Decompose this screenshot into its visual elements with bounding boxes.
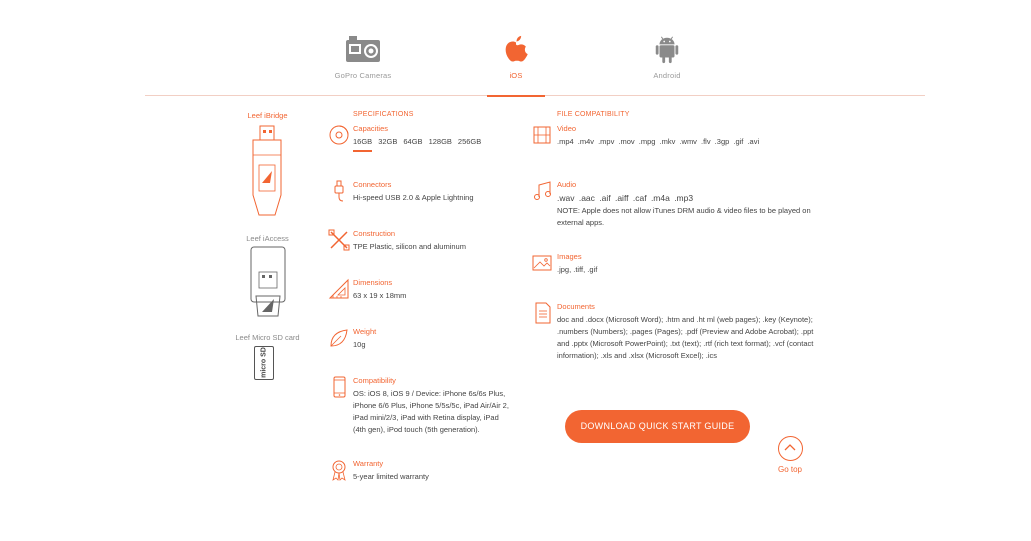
tab-gopro-cameras[interactable]: GoPro Cameras — [308, 34, 418, 96]
note-line: external apps. — [557, 218, 605, 227]
device-label-ibridge[interactable]: Leef iBridge — [225, 111, 310, 120]
file-audio: Audio .wav .aac .aif .aiff .caf .m4a .mp… — [532, 180, 811, 230]
spec-text: OS: iOS 8, iOS 9 / Device: iPhone 6s/6s … — [353, 388, 509, 436]
spec-text: 10g — [353, 340, 366, 349]
file-type-text: .jpg, .tiff, .gif — [557, 265, 598, 274]
microsd-card-text: micro SD — [260, 347, 268, 378]
lightning-cable-icon — [334, 180, 344, 202]
spec-construction: Construction TPE Plastic, silicon and al… — [328, 229, 508, 259]
file-video: Video .mp4 .m4v .mpv .mov .mpg .mkv .wmv… — [532, 124, 792, 154]
microsd-card-image: micro SD — [254, 346, 274, 380]
device-label-iaccess[interactable]: Leef iAccess — [225, 234, 310, 243]
spec-capacities: Capacities 16GB 32GB 64GB 128GB 256GB — [328, 124, 508, 156]
spec-weight: Weight 10g — [328, 327, 508, 357]
spec-compatibility: Compatibility OS: iOS 8, iOS 9 / Device:… — [328, 376, 513, 436]
file-type-title: Documents — [557, 302, 595, 311]
triangle-ruler-icon — [328, 278, 349, 299]
tab-label: GoPro Cameras — [334, 71, 392, 80]
file-compatibility-heading: FILE COMPATIBILITY — [557, 111, 630, 118]
document-icon — [535, 302, 551, 324]
ibridge-device-image — [252, 125, 282, 216]
file-type-text: .mp4 .m4v .mpv .mov .mpg .mkv .wmv .flv … — [557, 137, 760, 146]
file-documents: Documents doc and .docx (Microsoft Word)… — [532, 302, 813, 362]
tab-android[interactable]: Android — [612, 34, 722, 96]
file-type-title: Audio — [557, 180, 577, 189]
tab-ios[interactable]: iOS — [461, 34, 571, 97]
spec-connectors: Connectors Hi-speed USB 2.0 & Apple Ligh… — [328, 180, 508, 210]
documents-line: and .pptx (Microsoft PowerPoint); .txt (… — [557, 339, 814, 348]
spec-title: Construction — [353, 229, 396, 238]
note-line: NOTE: Apple does not allow iTunes DRM au… — [557, 206, 811, 215]
apple-icon — [505, 35, 528, 62]
award-ribbon-icon — [332, 460, 346, 481]
spec-title: Weight — [353, 327, 377, 336]
file-type-text: .wav .aac .aif .aiff .caf .m4a .mp3 — [557, 193, 694, 203]
leaf-weight-icon — [330, 329, 348, 347]
capacity-option-16gb[interactable]: 16GB — [353, 136, 373, 152]
spec-text: 5-year limited warranty — [353, 472, 429, 481]
compat-line: OS: iOS 8, iOS 9 / Device: iPhone 6s/6s … — [353, 389, 506, 398]
capacity-option-256gb[interactable]: 256GB — [458, 136, 481, 148]
documents-line: information); .xls and .xlsx (Microsoft … — [557, 351, 718, 360]
spec-title: Warranty — [353, 459, 384, 468]
documents-line: doc and .docx (Microsoft Word); .htm and… — [557, 315, 813, 324]
spec-title: Connectors — [353, 180, 392, 189]
tab-label: Android — [653, 71, 681, 80]
construction-tools-icon — [328, 229, 350, 251]
gopro-camera-icon — [346, 36, 380, 62]
tab-label: iOS — [509, 71, 523, 80]
android-icon — [655, 36, 679, 64]
file-images: Images .jpg, .tiff, .gif — [532, 252, 792, 282]
file-type-title: Video — [557, 124, 577, 133]
file-type-text: doc and .docx (Microsoft Word); .htm and… — [557, 314, 813, 362]
capacity-options: 16GB 32GB 64GB 128GB 256GB — [353, 136, 487, 152]
device-label-microsd[interactable]: Leef Micro SD card — [225, 333, 310, 342]
download-quick-start-guide-button[interactable]: DOWNLOAD QUICK START GUIDE — [565, 410, 750, 443]
capacity-option-128gb[interactable]: 128GB — [429, 136, 452, 148]
iaccess-device-image — [250, 246, 286, 317]
compat-line: (4th gen), iPod touch (5th generation). — [353, 425, 480, 434]
specifications-heading: SPECIFICATIONS — [353, 111, 414, 118]
compat-line: iPhone 6/6 Plus, iPhone 5/5s/5c, iPad Ai… — [353, 401, 509, 410]
go-top-label: Go top — [777, 465, 802, 474]
spec-title: Compatibility — [353, 376, 396, 385]
capacity-option-64gb[interactable]: 64GB — [403, 136, 422, 148]
spec-title: Capacities — [353, 124, 389, 133]
film-strip-icon — [533, 126, 551, 144]
spec-title: Dimensions — [353, 278, 393, 287]
spec-warranty: Warranty 5-year limited warranty — [328, 459, 508, 489]
image-picture-icon — [532, 255, 552, 271]
documents-line: .numbers (Numbers); .pages (Pages); .pdf… — [557, 327, 814, 336]
music-note-icon — [534, 181, 551, 200]
go-top-button[interactable]: Go top — [771, 436, 809, 474]
platform-tabs: GoPro Cameras iOS Android — [145, 0, 925, 97]
smartphone-icon — [333, 376, 346, 398]
audio-drm-note: NOTE: Apple does not allow iTunes DRM au… — [557, 205, 811, 229]
spec-text: 63 x 19 x 18mm — [353, 291, 407, 300]
disc-capacity-icon — [329, 125, 349, 145]
capacity-option-32gb[interactable]: 32GB — [378, 136, 397, 148]
spec-dimensions: Dimensions 63 x 19 x 18mm — [328, 278, 508, 308]
compat-line: iPad mini/2/3, iPad with Retina display,… — [353, 413, 499, 422]
spec-text: TPE Plastic, silicon and aluminum — [353, 242, 466, 251]
spec-text: Hi-speed USB 2.0 & Apple Lightning — [353, 193, 474, 202]
chevron-up-icon — [777, 436, 803, 461]
file-type-title: Images — [557, 252, 582, 261]
